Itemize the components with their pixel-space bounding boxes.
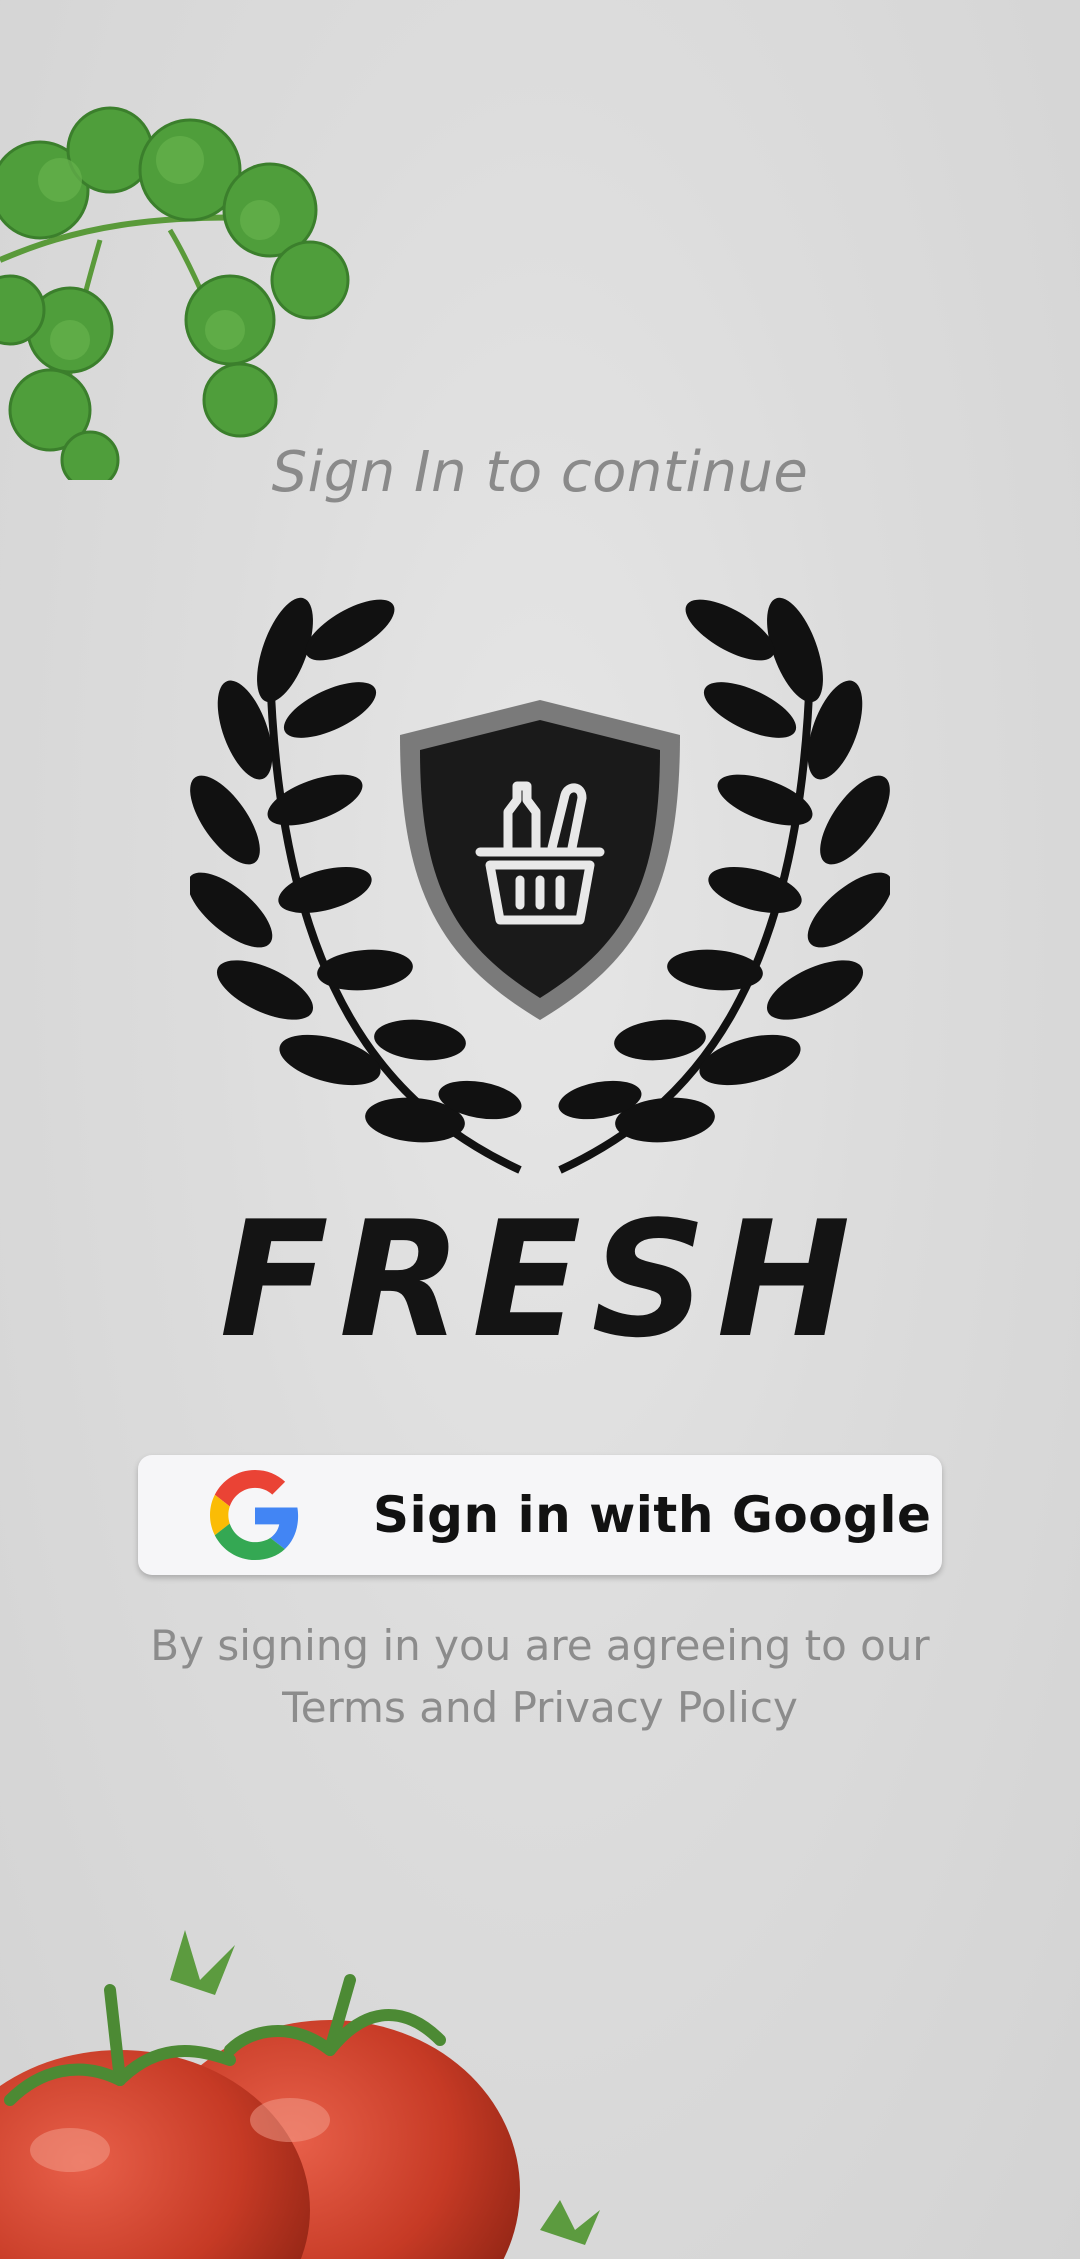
brand-name: FRESH <box>219 1186 861 1373</box>
terms-line-1: By signing in you are agreeing to our <box>150 1621 930 1670</box>
terms-notice: By signing in you are agreeing to our Te… <box>0 1615 1080 1739</box>
google-sign-in-label: Sign in with Google <box>373 1486 932 1544</box>
tomatoes-icon <box>0 1930 600 2259</box>
google-sign-in-button[interactable]: Sign in with Google <box>138 1455 942 1575</box>
fresh-logo-icon <box>190 597 890 1174</box>
sign-in-screen: Sign In to continue FRESH Sign in with G… <box>0 0 1080 2259</box>
terms-privacy-link[interactable]: Terms and Privacy Policy <box>0 1677 1080 1739</box>
sign-in-title: Sign In to continue <box>271 440 809 505</box>
cilantro-herb-icon <box>0 106 350 480</box>
google-g-icon <box>210 1470 299 1560</box>
